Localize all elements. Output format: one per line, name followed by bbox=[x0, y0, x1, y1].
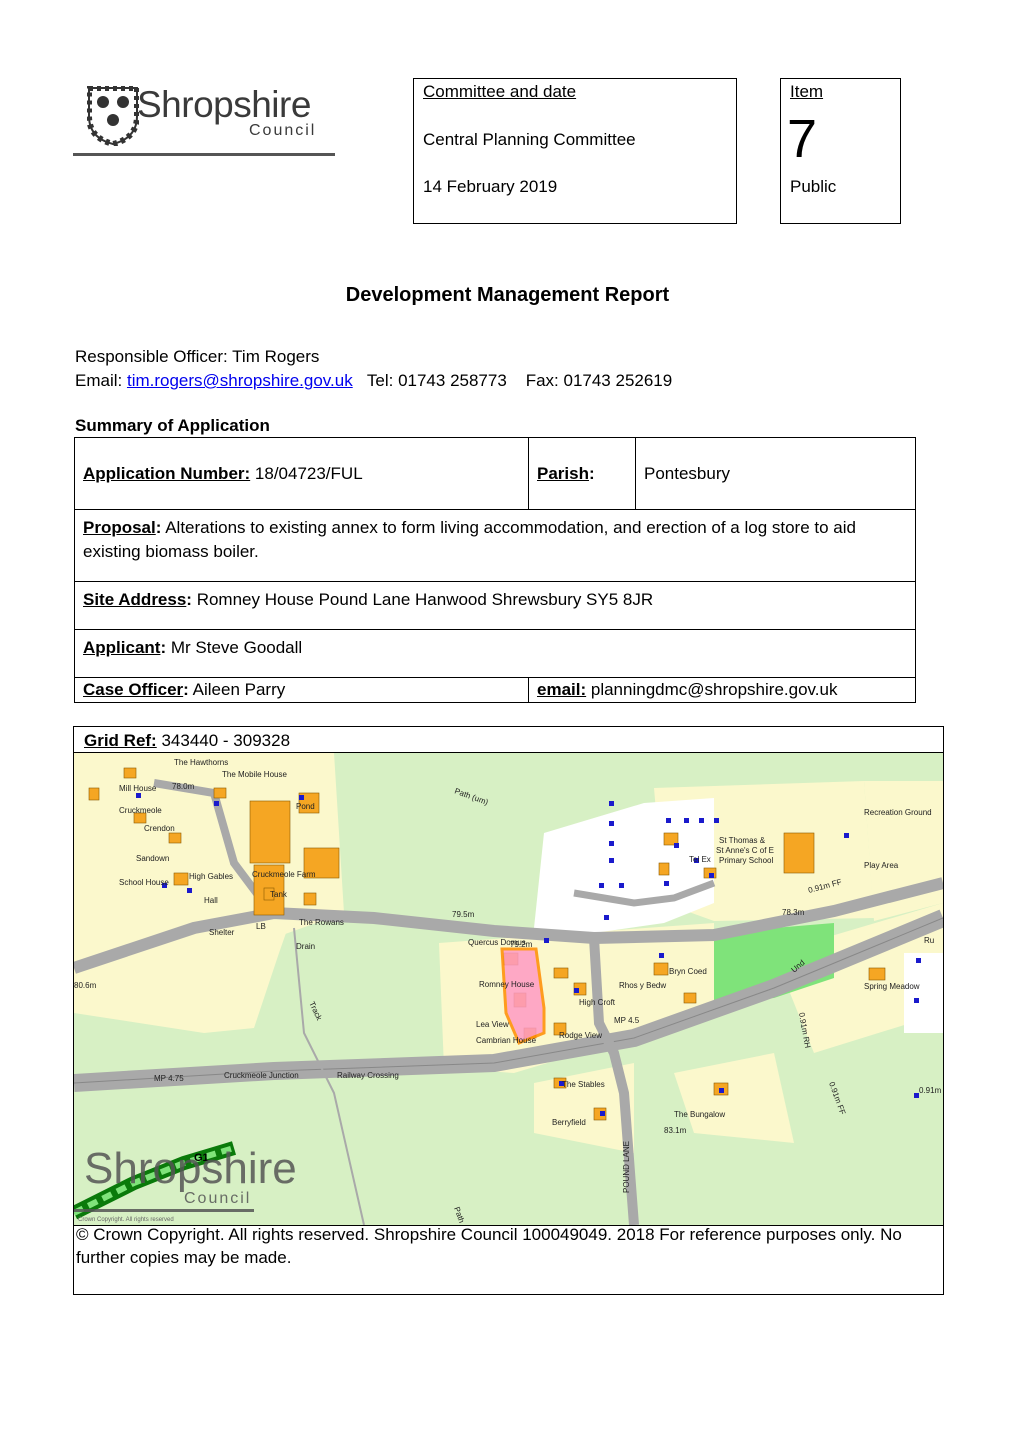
parish-value: Pontesbury bbox=[644, 464, 730, 483]
map-label: St Thomas & bbox=[719, 836, 766, 845]
map-label: Tank bbox=[270, 890, 288, 899]
case-email-value: planningdmc@shropshire.gov.uk bbox=[590, 680, 838, 699]
parish-label-cell: Parish: bbox=[528, 437, 636, 510]
map-label: Play Area bbox=[864, 861, 899, 870]
watermark-sub: Council bbox=[184, 1190, 251, 1207]
officer-tel: Tel: 01743 258773 bbox=[366, 371, 507, 390]
map-label: Hall bbox=[204, 896, 218, 905]
map-label: The Bungalow bbox=[674, 1110, 725, 1119]
officer-email-label: Email: bbox=[75, 371, 123, 390]
map-label: The Stables bbox=[562, 1080, 605, 1089]
grid-ref: Grid Ref: 343440 - 309328 bbox=[84, 731, 290, 751]
proposal-label: Proposal bbox=[83, 518, 156, 537]
committee-heading: Committee and date bbox=[423, 82, 577, 101]
summary-heading: Summary of Application bbox=[75, 416, 270, 435]
yard-east bbox=[904, 953, 943, 1033]
map-label: Shelter bbox=[209, 928, 235, 937]
map-label: 0.91m bbox=[919, 1086, 942, 1095]
application-number-label: Application Number: bbox=[83, 464, 251, 483]
officer-email-link[interactable]: tim.rogers@shropshire.gov.uk bbox=[127, 371, 353, 390]
shropshire-council-logo: Shropshire Council bbox=[73, 78, 335, 156]
committee-box: Committee and date Central Planning Comm… bbox=[413, 78, 737, 224]
item-heading: Item bbox=[790, 82, 824, 101]
map-label: Cruckmeole Farm bbox=[252, 870, 316, 879]
map-label: Sandown bbox=[136, 854, 169, 863]
applicant-value: Mr Steve Goodall bbox=[170, 638, 303, 657]
map-label: Drain bbox=[296, 942, 315, 951]
map-label: High Croft bbox=[579, 998, 616, 1007]
officer-fax: Fax: 01743 252619 bbox=[525, 371, 673, 390]
case-email-cell: email: planningdmc@shropshire.gov.uk bbox=[528, 677, 916, 703]
parish-label: Parish bbox=[537, 464, 589, 483]
map-label: Mill House bbox=[119, 784, 157, 793]
map-label: Railway Crossing bbox=[337, 1071, 399, 1080]
map-label: High Gables bbox=[189, 872, 233, 881]
map-label: 78.0m bbox=[172, 782, 195, 791]
map-label: 83.1m bbox=[664, 1126, 687, 1135]
committee-name: Central Planning Committee bbox=[423, 130, 636, 149]
map-label: LB bbox=[256, 922, 266, 931]
map-label: 78.3m bbox=[782, 908, 805, 917]
officer-details: Responsible Officer: Tim Rogers Email: t… bbox=[75, 345, 672, 393]
map-label: Crendon bbox=[144, 824, 175, 833]
copyright-notice: © Crown Copyright. All rights reserved. … bbox=[76, 1225, 902, 1267]
applicant-cell: Applicant: Mr Steve Goodall bbox=[74, 629, 916, 678]
parish-value-cell: Pontesbury bbox=[635, 437, 916, 510]
grid-ref-label: Grid Ref: bbox=[84, 731, 157, 750]
map-label: 79.5m bbox=[452, 910, 475, 919]
proposal-value: Alterations to existing annex to form li… bbox=[83, 518, 856, 561]
map-label: School House bbox=[119, 878, 169, 887]
location-map-frame: Grid Ref: 343440 - 309328 The Hawthorns … bbox=[73, 726, 944, 1295]
map-label: Berryfield bbox=[552, 1118, 586, 1127]
logo-wordmark: Shropshire bbox=[137, 84, 311, 125]
map-label: Spring Meadow bbox=[864, 982, 920, 991]
map-label: Rodge View bbox=[559, 1031, 602, 1040]
site-address-label: Site Address bbox=[83, 590, 187, 609]
case-officer-cell: Case Officer: Aileen Parry bbox=[74, 677, 529, 703]
location-map[interactable]: The Hawthorns The Mobile House 78.0m Mil… bbox=[74, 752, 943, 1226]
case-officer-label: Case Officer bbox=[83, 680, 184, 699]
map-canvas: The Hawthorns The Mobile House 78.0m Mil… bbox=[74, 753, 943, 1225]
map-label: Ru bbox=[924, 936, 934, 945]
map-label: Lea View bbox=[476, 1020, 509, 1029]
map-label: Quercus Domus bbox=[468, 938, 526, 947]
case-officer-value: Aileen Parry bbox=[192, 680, 286, 699]
proposal-cell: Proposal: Alterations to existing annex … bbox=[74, 509, 916, 582]
map-label: The Rowans bbox=[299, 918, 344, 927]
map-label: Cruckmeole bbox=[119, 806, 162, 815]
grid-ref-value: 343440 - 309328 bbox=[161, 731, 291, 750]
map-label: St Anne's C of E bbox=[716, 846, 774, 855]
responsible-officer: Responsible Officer: Tim Rogers bbox=[75, 347, 320, 366]
map-label: Romney House bbox=[479, 980, 535, 989]
crest-icon bbox=[87, 86, 139, 146]
committee-date: 14 February 2019 bbox=[423, 177, 558, 196]
application-number-value: 18/04723/FUL bbox=[254, 464, 363, 483]
map-label: Cruckmeole Junction bbox=[224, 1071, 299, 1080]
map-label: 80.6m bbox=[74, 981, 97, 990]
map-label: MP 4.5 bbox=[614, 1016, 640, 1025]
logo-subtitle: Council bbox=[249, 122, 317, 139]
page-title: Development Management Report bbox=[345, 284, 670, 306]
map-label: The Hawthorns bbox=[174, 758, 228, 767]
summary-table: Application Number: 18/04723/FUL Parish:… bbox=[74, 437, 916, 703]
map-label: Tel Ex bbox=[689, 855, 711, 864]
map-label: The Mobile House bbox=[222, 770, 287, 779]
item-status: Public bbox=[790, 177, 837, 196]
site-address-cell: Site Address: Romney House Pound Lane Ha… bbox=[74, 581, 916, 630]
application-number-cell: Application Number: 18/04723/FUL bbox=[74, 437, 529, 510]
map-label: POUND LANE bbox=[622, 1141, 631, 1193]
item-box: Item 7 Public bbox=[780, 78, 901, 224]
case-email-label: email: bbox=[537, 680, 587, 699]
map-label: MP 4.75 bbox=[154, 1074, 184, 1083]
applicant-label: Applicant bbox=[83, 638, 161, 657]
map-label: Pond bbox=[296, 802, 315, 811]
map-label: Bryn Coed bbox=[669, 967, 707, 976]
map-label: Recreation Ground bbox=[864, 808, 932, 817]
site-address-value: Romney House Pound Lane Hanwood Shrewsbu… bbox=[196, 590, 654, 609]
item-number: 7 bbox=[787, 109, 818, 169]
watermark-word: Shropshire bbox=[84, 1144, 297, 1193]
map-label: Cambrian House bbox=[476, 1036, 537, 1045]
map-label: Rhos y Bedw bbox=[619, 981, 666, 990]
map-label: Primary School bbox=[719, 856, 773, 865]
